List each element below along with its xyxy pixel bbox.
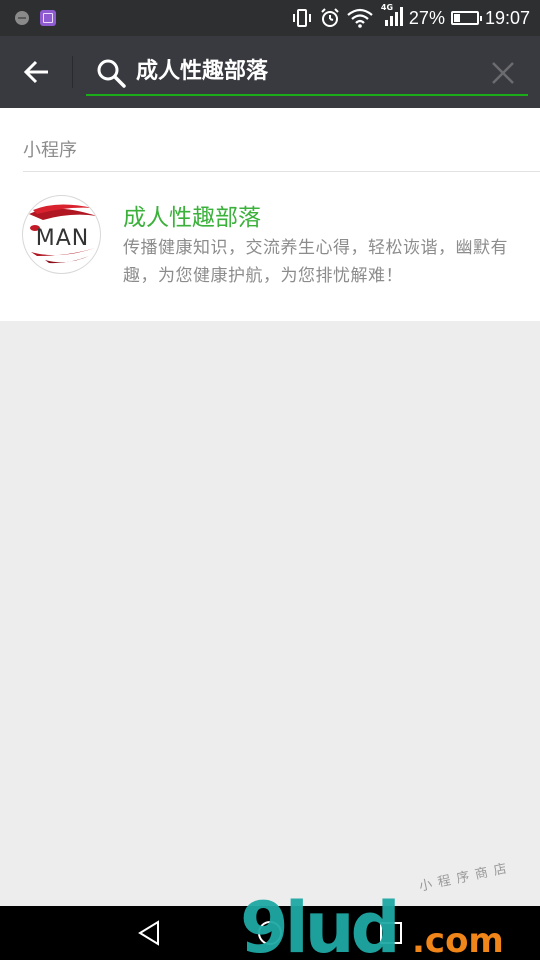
svg-text:.com: .com [412, 921, 504, 960]
svg-text:9lud: 9lud [240, 890, 397, 960]
result-title: 成人性趣部落 [123, 205, 261, 231]
alarm-icon [321, 8, 339, 27]
watermark-tagline: 小程序商店 [417, 860, 514, 895]
status-time: 19:07 [484, 7, 530, 28]
signal-indicator: 4G [379, 3, 405, 31]
status-indicators: 4G 27% 19:07 [291, 0, 530, 36]
network-type-label: 4G [380, 3, 394, 12]
mini-program-result[interactable]: MAN 成人性趣部落 传播健康知识，交流养生心得，轻松诙谐，幽默有趣，为您健康护… [0, 172, 540, 320]
avatar-text: MAN [36, 226, 90, 251]
search-input[interactable]: 成人性趣部落 [136, 56, 268, 88]
search-header: 成人性趣部落 [0, 36, 540, 108]
notification-app-icon [15, 11, 29, 25]
status-bar: 4G 27% 19:07 [0, 0, 540, 36]
gallery-notification-icon [40, 10, 56, 26]
watermark-logo: 9lud .com [240, 890, 504, 960]
result-description: 传播健康知识，交流养生心得，轻松诙谐，幽默有趣，为您健康护航，为您排忧解难！ [123, 238, 508, 286]
back-arrow-icon[interactable] [16, 54, 56, 90]
section-header-mini-programs: 小程序 [23, 140, 77, 161]
vibrate-icon [292, 9, 311, 27]
clear-icon[interactable] [490, 60, 516, 86]
search-underline [86, 94, 528, 96]
battery-icon [450, 11, 482, 25]
search-results: 小程序 MAN 成人性趣部落 传播健康知识，交流养生心得，轻松诙谐，幽默有趣，为… [0, 108, 540, 321]
app-avatar: MAN [22, 195, 101, 274]
search-field[interactable]: 成人性趣部落 [86, 50, 528, 96]
search-icon [97, 59, 126, 88]
app-logo-icon: MAN [29, 204, 97, 264]
wifi-icon [347, 8, 373, 28]
battery-percent: 27% [408, 7, 445, 28]
nav-back-icon[interactable] [136, 919, 164, 947]
battery-level [453, 14, 460, 22]
header-divider [72, 56, 73, 88]
